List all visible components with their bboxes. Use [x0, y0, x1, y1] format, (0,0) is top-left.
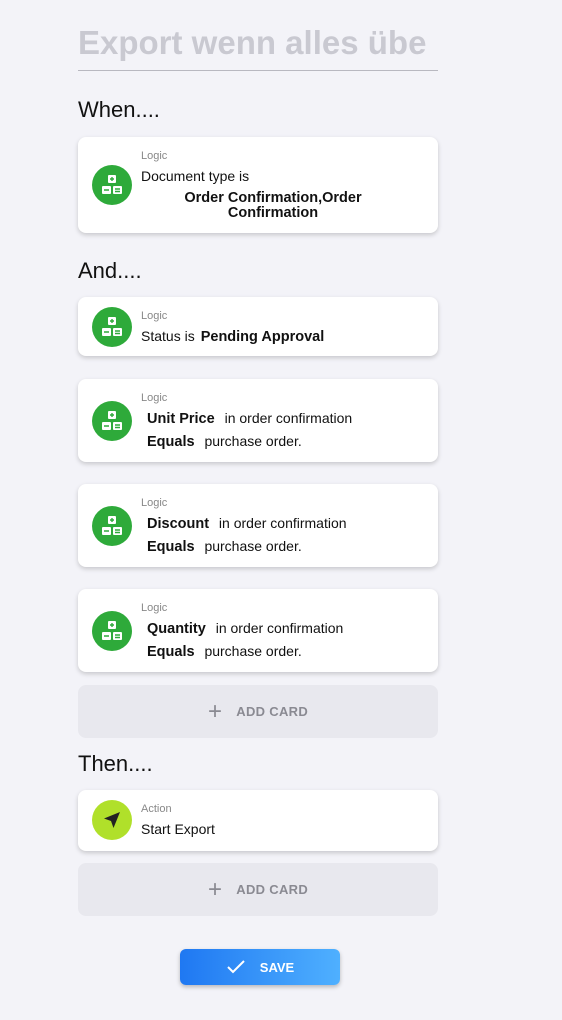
add-card-button[interactable]: + ADD CARD	[78, 863, 438, 916]
card-category: Logic	[141, 310, 168, 322]
section-then: Then....	[78, 751, 153, 776]
card-category: Action	[141, 803, 172, 815]
card-category: Logic	[141, 392, 168, 404]
card-field: Quantity	[147, 621, 206, 637]
card-category: Logic	[141, 150, 168, 162]
save-button[interactable]: SAVE	[180, 949, 340, 985]
card-field: Discount	[147, 516, 210, 532]
logic-icon	[92, 506, 132, 546]
rule-title[interactable]: Export wenn alles übe	[78, 24, 438, 71]
add-card-label: ADD CARD	[236, 704, 309, 719]
navigation-arrow-icon	[92, 800, 132, 840]
card-text: Status is	[141, 328, 195, 344]
logic-icon	[92, 307, 132, 347]
plus-icon: +	[207, 875, 223, 903]
add-card-button[interactable]: + ADD CARD	[78, 685, 438, 738]
card-text: purchase order.	[204, 433, 302, 449]
card-text: purchase order.	[204, 538, 302, 554]
card-operator: Equals	[147, 644, 195, 660]
logic-icon	[92, 401, 132, 441]
logic-icon	[92, 611, 132, 651]
and-card-quantity[interactable]: Logic Quantity in order confirmation Equ…	[78, 589, 438, 672]
and-card-status[interactable]: Logic Status is Pending Approval	[78, 297, 438, 356]
check-icon	[227, 960, 245, 974]
save-label: SAVE	[259, 959, 295, 975]
card-text: Start Export	[141, 821, 215, 837]
logic-icon	[92, 165, 132, 205]
plus-icon: +	[207, 697, 223, 725]
section-when: When....	[78, 97, 160, 122]
card-text: purchase order.	[204, 643, 302, 659]
card-operator: Equals	[147, 539, 195, 555]
when-card[interactable]: Logic Document type is Order Confirmatio…	[78, 137, 438, 233]
and-card-discount[interactable]: Logic Discount in order confirmation Equ…	[78, 484, 438, 567]
and-card-unit-price[interactable]: Logic Unit Price in order confirmation E…	[78, 379, 438, 462]
card-text: Document type is	[141, 168, 250, 184]
card-category: Logic	[141, 602, 168, 614]
card-text: in order confirmation	[215, 620, 344, 636]
add-card-label: ADD CARD	[236, 882, 309, 897]
card-value: Pending Approval	[200, 329, 325, 345]
card-text: in order confirmation	[224, 410, 353, 426]
card-value: Order Confirmation,Order Confirmation	[184, 190, 362, 221]
card-text: in order confirmation	[218, 515, 347, 531]
then-card[interactable]: Action Start Export	[78, 790, 438, 851]
card-field: Unit Price	[147, 411, 215, 427]
card-operator: Equals	[147, 434, 195, 450]
section-and: And....	[78, 258, 142, 283]
card-category: Logic	[141, 497, 168, 509]
